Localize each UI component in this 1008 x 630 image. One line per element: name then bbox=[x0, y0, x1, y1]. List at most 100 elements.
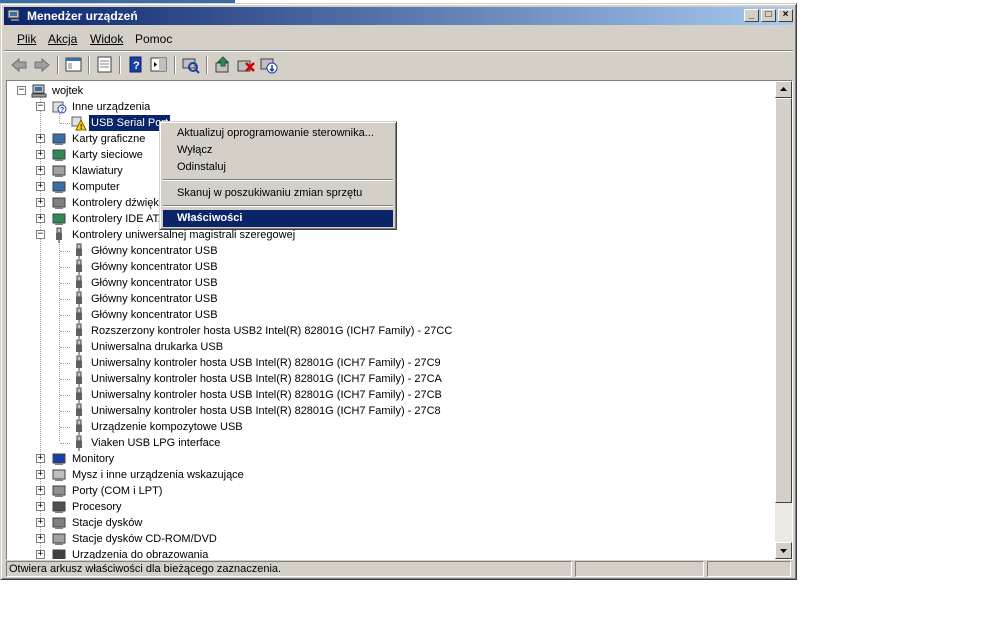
tree-device[interactable]: Viaken USB LPG interface bbox=[7, 435, 767, 451]
svg-text:!: ! bbox=[80, 124, 82, 131]
tree-category-label: Mysz i inne urządzenia wskazujące bbox=[72, 469, 244, 481]
tree-category-label: Karty sieciowe bbox=[72, 149, 143, 161]
minimize-button[interactable]: _ bbox=[744, 9, 759, 22]
usb-controller-icon bbox=[56, 227, 62, 243]
tree-device[interactable]: Główny koncentrator USB bbox=[7, 243, 767, 259]
tree-device[interactable]: Główny koncentrator USB bbox=[7, 307, 767, 323]
tree-category[interactable]: + Urządzenia do obrazowania bbox=[7, 547, 767, 559]
device-manager-app-icon bbox=[7, 9, 20, 21]
expand-toggle[interactable]: + bbox=[36, 534, 45, 543]
menu-bar: Plik Akcja Widok Pomoc bbox=[4, 28, 793, 50]
tree-device[interactable]: Główny koncentrator USB bbox=[7, 275, 767, 291]
properties-icon[interactable] bbox=[95, 55, 115, 75]
tree-connector bbox=[60, 315, 70, 316]
expand-toggle[interactable]: + bbox=[36, 518, 45, 527]
vertical-scrollbar[interactable] bbox=[775, 81, 792, 559]
update-driver-icon[interactable] bbox=[213, 55, 233, 75]
expand-toggle[interactable]: + bbox=[36, 470, 45, 479]
expand-toggle[interactable]: + bbox=[36, 198, 45, 207]
disable-icon[interactable] bbox=[259, 55, 279, 75]
back-arrow-icon[interactable] bbox=[9, 55, 29, 75]
usb-device-icon bbox=[76, 291, 82, 307]
tree-category[interactable]: + Monitory bbox=[7, 451, 767, 467]
tree-connector bbox=[60, 267, 70, 268]
menu-plik[interactable]: Plik bbox=[17, 32, 36, 46]
tree-connector bbox=[60, 427, 70, 428]
processor-icon bbox=[52, 501, 66, 513]
expand-toggle[interactable]: + bbox=[36, 486, 45, 495]
expand-toggle[interactable]: + bbox=[36, 134, 45, 143]
tree-category[interactable]: + Porty (COM i LPT) bbox=[7, 483, 767, 499]
tree-device[interactable]: Urządzenie kompozytowe USB bbox=[7, 419, 767, 435]
tree-category[interactable]: + Mysz i inne urządzenia wskazujące bbox=[7, 467, 767, 483]
help-icon[interactable]: ? bbox=[126, 55, 146, 75]
tree-device-label: Uniwersalny kontroler hosta USB Intel(R)… bbox=[91, 373, 442, 385]
scan-hardware-icon[interactable] bbox=[181, 55, 201, 75]
tree-device[interactable]: Uniwersalny kontroler hosta USB Intel(R)… bbox=[7, 387, 767, 403]
ctx-properties[interactable]: Właściwości bbox=[163, 210, 393, 227]
network-adapter-icon bbox=[52, 149, 66, 161]
close-button[interactable]: × bbox=[778, 9, 793, 22]
expand-toggle[interactable]: + bbox=[36, 182, 45, 191]
tree-device[interactable]: Uniwersalny kontroler hosta USB Intel(R)… bbox=[7, 371, 767, 387]
tree-root-label: wojtek bbox=[52, 85, 84, 97]
tree-root[interactable]: − wojtek bbox=[7, 83, 767, 99]
tree-device[interactable]: Uniwersalny kontroler hosta USB Intel(R)… bbox=[7, 355, 767, 371]
collapse-toggle[interactable]: − bbox=[17, 86, 26, 95]
expand-toggle[interactable]: + bbox=[36, 454, 45, 463]
expand-toggle[interactable]: + bbox=[36, 150, 45, 159]
ctx-scan-hardware[interactable]: Skanuj w poszukiwaniu zmian sprzętu bbox=[163, 185, 393, 202]
mouse-icon bbox=[52, 469, 66, 481]
ctx-uninstall[interactable]: Odinstaluj bbox=[163, 159, 393, 176]
tree-connector bbox=[60, 283, 70, 284]
expand-toggle[interactable]: + bbox=[36, 550, 45, 559]
usb-device-icon bbox=[76, 371, 82, 387]
usb-device-icon bbox=[76, 307, 82, 323]
toolbar-separator bbox=[57, 56, 59, 74]
tree-device-label: Uniwersalny kontroler hosta USB Intel(R)… bbox=[91, 357, 441, 369]
menu-widok-label: Widok bbox=[90, 32, 124, 46]
ctx-disable[interactable]: Wyłącz bbox=[163, 142, 393, 159]
tree-connector bbox=[60, 331, 70, 332]
tree-device[interactable]: Główny koncentrator USB bbox=[7, 291, 767, 307]
tree-category-label: Klawiatury bbox=[72, 165, 123, 177]
toolbar-separator bbox=[174, 56, 176, 74]
menu-plik-label: Plik bbox=[17, 32, 37, 46]
tree-connector bbox=[60, 123, 70, 124]
unknown-device-icon: ? bbox=[52, 101, 67, 114]
tree-category[interactable]: + Procesory bbox=[7, 499, 767, 515]
uninstall-icon[interactable] bbox=[236, 55, 256, 75]
device-tree-pane[interactable]: − wojtek − ? Inne urządzenia ! USB Seria… bbox=[6, 80, 793, 560]
expand-toggle[interactable]: + bbox=[36, 214, 45, 223]
ctx-update-driver[interactable]: Aktualizuj oprogramowanie sterownika... bbox=[163, 125, 393, 142]
menu-pomoc[interactable]: Pomoc bbox=[135, 32, 172, 46]
show-hide-icon[interactable] bbox=[149, 55, 169, 75]
maximize-button[interactable]: □ bbox=[761, 9, 776, 22]
title-bar[interactable]: Menedżer urządzeń _ □ × bbox=[4, 7, 793, 25]
tree-device[interactable]: Rozszerzony kontroler hosta USB2 Intel(R… bbox=[7, 323, 767, 339]
forward-arrow-icon[interactable] bbox=[32, 55, 52, 75]
scroll-thumb[interactable] bbox=[775, 98, 792, 503]
status-panel-2 bbox=[575, 561, 704, 577]
svg-text:?: ? bbox=[60, 107, 64, 114]
expand-toggle[interactable]: + bbox=[36, 502, 45, 511]
collapse-toggle[interactable]: − bbox=[36, 102, 45, 111]
menu-akcja[interactable]: Akcja bbox=[48, 32, 77, 46]
menu-widok[interactable]: Widok bbox=[90, 32, 123, 46]
warning-device-icon: ! bbox=[71, 116, 87, 131]
tree-device[interactable]: Główny koncentrator USB bbox=[7, 259, 767, 275]
tree-device-label: Urządzenie kompozytowe USB bbox=[91, 421, 243, 433]
console-tree-icon[interactable] bbox=[64, 55, 84, 75]
collapse-toggle[interactable]: − bbox=[36, 230, 45, 239]
tree-item-label-selected: USB Serial Port bbox=[87, 114, 172, 132]
status-panel-3 bbox=[707, 561, 791, 577]
tree-category[interactable]: + Stacje dysków bbox=[7, 515, 767, 531]
tree-device-label: Uniwersalny kontroler hosta USB Intel(R)… bbox=[91, 389, 442, 401]
scroll-up-button[interactable] bbox=[775, 81, 792, 98]
tree-device[interactable]: Uniwersalna drukarka USB bbox=[7, 339, 767, 355]
tree-item-inne-urzadzenia[interactable]: − ? Inne urządzenia bbox=[7, 99, 767, 115]
tree-category[interactable]: + Stacje dysków CD-ROM/DVD bbox=[7, 531, 767, 547]
tree-device[interactable]: Uniwersalny kontroler hosta USB Intel(R)… bbox=[7, 403, 767, 419]
expand-toggle[interactable]: + bbox=[36, 166, 45, 175]
scroll-down-button[interactable] bbox=[775, 542, 792, 559]
